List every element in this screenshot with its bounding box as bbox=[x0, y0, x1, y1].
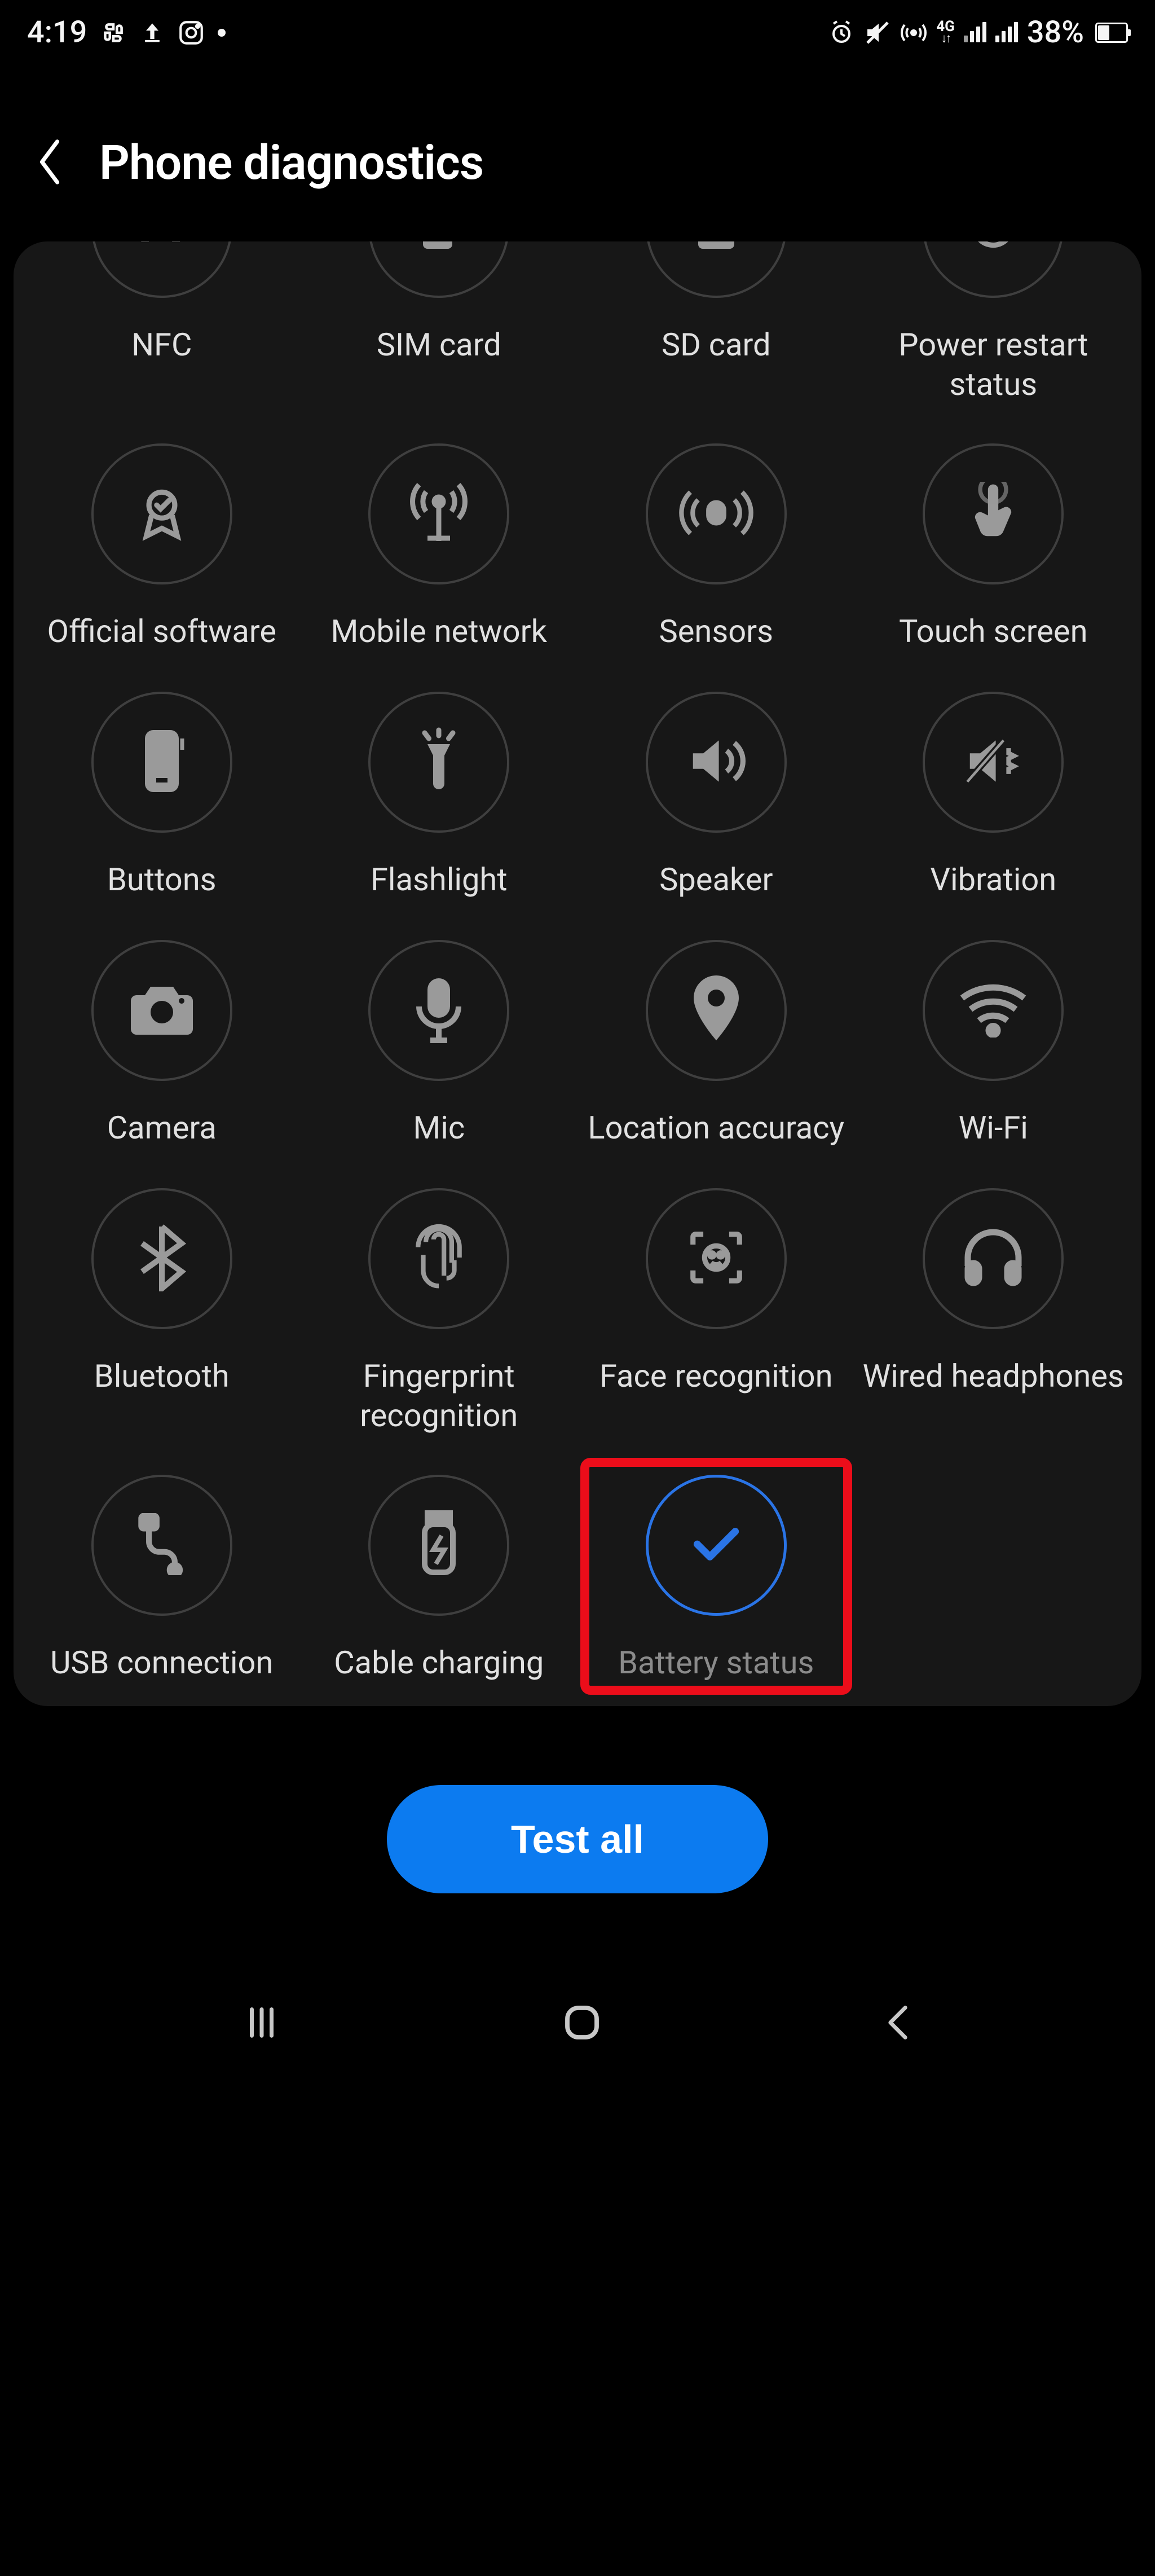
instagram-icon bbox=[177, 19, 205, 47]
signal-2-icon bbox=[995, 23, 1018, 42]
tile-label: Fingerprint recognition bbox=[303, 1356, 575, 1435]
tile-label: Mobile network bbox=[331, 612, 547, 652]
headphones-icon bbox=[959, 1227, 1027, 1291]
alarm-icon bbox=[828, 19, 855, 46]
tile-touch-screen[interactable]: Touch screen bbox=[856, 443, 1132, 652]
page-title: Phone diagnostics bbox=[99, 135, 483, 191]
battery-icon bbox=[1095, 23, 1128, 43]
tile-cable-charging[interactable]: Cable charging bbox=[301, 1475, 578, 1683]
tile-location[interactable]: Location accuracy bbox=[578, 940, 854, 1149]
tile-label: Power restart status bbox=[858, 325, 1130, 404]
sensors-icon bbox=[677, 482, 756, 546]
restart-icon bbox=[965, 241, 1021, 257]
tile-camera[interactable]: Camera bbox=[24, 940, 300, 1149]
phone-buttons-icon bbox=[136, 727, 187, 797]
tile-label: Buttons bbox=[107, 860, 217, 900]
tile-label: NFC bbox=[131, 325, 192, 366]
tile-sd-card[interactable]: SD card bbox=[578, 241, 854, 404]
home-button[interactable] bbox=[560, 2001, 604, 2047]
tile-label: Bluetooth bbox=[94, 1356, 230, 1397]
tile-mic[interactable]: Mic bbox=[301, 940, 578, 1149]
tile-label: Official software bbox=[47, 612, 276, 652]
diagnostics-panel: NFC SIM card SD card Power restart statu… bbox=[14, 241, 1141, 1706]
tile-headphones[interactable]: Wired headphones bbox=[856, 1188, 1132, 1435]
more-notifications-dot-icon bbox=[218, 29, 226, 37]
tile-buttons[interactable]: Buttons bbox=[24, 692, 300, 900]
vibration-icon bbox=[959, 730, 1027, 794]
antenna-icon bbox=[405, 479, 473, 549]
tile-sim-card[interactable]: SIM card bbox=[301, 241, 578, 404]
tile-fingerprint[interactable]: Fingerprint recognition bbox=[301, 1188, 578, 1435]
back-nav-button[interactable] bbox=[880, 2002, 916, 2046]
network-4g-icon: 4G↓↑ bbox=[936, 20, 955, 45]
tile-sensors[interactable]: Sensors bbox=[578, 443, 854, 652]
tile-mobile-network[interactable]: Mobile network bbox=[301, 443, 578, 652]
tile-label: Cable charging bbox=[334, 1643, 544, 1683]
location-pin-icon bbox=[691, 975, 742, 1045]
speaker-icon bbox=[682, 730, 750, 794]
tile-label: SIM card bbox=[377, 325, 501, 366]
tile-label: Wired headphones bbox=[863, 1356, 1124, 1397]
tile-label: Sensors bbox=[659, 612, 773, 652]
tile-official-software[interactable]: Official software bbox=[24, 443, 300, 652]
check-icon bbox=[691, 1524, 742, 1566]
status-time: 4:19 bbox=[27, 15, 87, 50]
back-button[interactable] bbox=[34, 137, 65, 190]
tile-battery-status[interactable]: Battery status bbox=[578, 1475, 854, 1683]
flashlight-icon bbox=[411, 727, 467, 797]
tile-label: Mic bbox=[413, 1108, 465, 1149]
tile-label: Location accuracy bbox=[588, 1108, 844, 1149]
badge-icon bbox=[131, 482, 193, 546]
status-bar: 4:19 bbox=[0, 0, 1155, 56]
tile-label: USB connection bbox=[50, 1643, 273, 1683]
tile-power-restart[interactable]: Power restart status bbox=[856, 241, 1132, 404]
tile-label: Flashlight bbox=[371, 860, 508, 900]
tile-label: Speaker bbox=[659, 860, 773, 900]
wifi-icon bbox=[956, 981, 1030, 1040]
android-nav-bar bbox=[0, 1978, 1155, 2086]
tile-label: Wi-Fi bbox=[959, 1108, 1028, 1149]
tile-usb-connection[interactable]: USB connection bbox=[24, 1475, 300, 1683]
usb-charge-icon bbox=[413, 1510, 464, 1580]
tile-label: Battery status bbox=[618, 1643, 814, 1683]
tile-label: Vibration bbox=[930, 860, 1056, 900]
slack-icon bbox=[99, 19, 127, 47]
tile-speaker[interactable]: Speaker bbox=[578, 692, 854, 900]
tile-nfc[interactable]: NFC bbox=[24, 241, 300, 404]
header: Phone diagnostics bbox=[0, 56, 1155, 241]
tile-flashlight[interactable]: Flashlight bbox=[301, 692, 578, 900]
fingerprint-icon bbox=[408, 1224, 470, 1294]
tile-vibration[interactable]: Vibration bbox=[856, 692, 1132, 900]
tile-label: Face recognition bbox=[599, 1356, 833, 1397]
sd-card-icon bbox=[689, 241, 743, 256]
test-all-button[interactable]: Test all bbox=[387, 1785, 768, 1893]
sim-card-icon bbox=[412, 241, 466, 256]
bluetooth-icon bbox=[136, 1224, 187, 1294]
hotspot-icon bbox=[900, 19, 927, 46]
tile-label: Camera bbox=[107, 1108, 217, 1149]
mute-icon bbox=[864, 19, 891, 46]
tile-bluetooth[interactable]: Bluetooth bbox=[24, 1188, 300, 1435]
status-left: 4:19 bbox=[27, 15, 226, 50]
tile-face-recognition[interactable]: Face recognition bbox=[578, 1188, 854, 1435]
face-id-icon bbox=[685, 1227, 747, 1291]
signal-1-icon bbox=[964, 23, 986, 42]
usb-cable-icon bbox=[131, 1513, 193, 1577]
nfc-icon bbox=[131, 241, 193, 260]
touch-icon bbox=[962, 482, 1024, 546]
tile-label: Touch screen bbox=[899, 612, 1088, 652]
status-right: 4G↓↑ 38% bbox=[828, 15, 1128, 50]
camera-icon bbox=[128, 981, 196, 1040]
recents-button[interactable] bbox=[239, 2003, 284, 2045]
upload-icon bbox=[140, 19, 165, 46]
tile-empty bbox=[856, 1475, 1132, 1683]
tile-label: SD card bbox=[662, 325, 771, 366]
battery-pct: 38% bbox=[1027, 15, 1084, 50]
tile-wifi[interactable]: Wi-Fi bbox=[856, 940, 1132, 1149]
mic-icon bbox=[413, 975, 464, 1045]
